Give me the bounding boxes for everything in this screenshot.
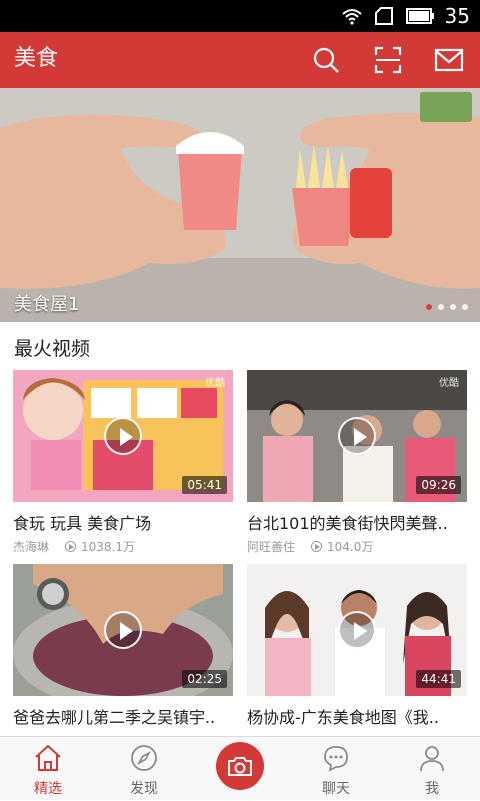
video-meta: 阿旺善住 104.0万	[247, 538, 467, 555]
video-card[interactable]: 优酷 05:41 食玩 玩具 美食广场 杰海琳 1038.1万	[13, 370, 233, 555]
play-count-icon	[311, 541, 323, 552]
banner-image	[0, 88, 480, 322]
video-title[interactable]: 杨协成-广东美食地图《我..	[247, 704, 467, 728]
scan-button[interactable]	[370, 42, 406, 78]
video-author: 阿旺善住	[247, 540, 296, 554]
play-icon[interactable]	[104, 417, 142, 455]
carousel-dot[interactable]	[450, 304, 456, 310]
status-time: 35	[444, 4, 470, 28]
play-icon[interactable]	[104, 611, 142, 649]
video-thumbnail[interactable]: 44:41	[247, 564, 467, 696]
video-duration: 44:41	[416, 670, 461, 688]
tab-featured[interactable]: 精选	[0, 737, 96, 801]
video-meta: 杰海琳 1038.1万	[13, 538, 233, 555]
tab-discover[interactable]: 发现	[96, 737, 192, 801]
tab-label: 发现	[130, 781, 158, 797]
mail-icon	[434, 48, 464, 72]
video-card[interactable]: 44:41 杨协成-广东美食地图《我..	[247, 564, 467, 728]
scan-icon	[374, 46, 402, 74]
sim-icon	[374, 7, 393, 25]
watermark: 优酷	[205, 378, 225, 389]
page-title: 美食	[14, 46, 59, 71]
play-count-icon	[65, 541, 77, 552]
watermark: 优酷	[439, 378, 459, 389]
video-duration: 02:25	[182, 670, 227, 688]
wifi-icon	[341, 9, 362, 25]
person-icon	[420, 746, 444, 772]
video-thumbnail[interactable]: 02:25	[13, 564, 233, 696]
video-card[interactable]: 优酷 09:26 台北101的美食街快閃美聲.. 阿旺善住 104.0万	[247, 370, 467, 555]
camera-icon	[228, 757, 252, 776]
tab-chat[interactable]: 聊天	[288, 737, 384, 801]
video-play-count: 1038.1万	[81, 540, 136, 554]
video-title[interactable]: 食玩 玩具 美食广场	[13, 510, 233, 534]
home-icon	[35, 744, 61, 771]
tab-label: 精选	[34, 781, 62, 797]
tab-label: 我	[425, 781, 439, 797]
camera-button[interactable]	[216, 742, 264, 790]
video-title[interactable]: 台北101的美食街快閃美聲..	[247, 510, 467, 534]
carousel-indicator	[426, 304, 468, 310]
section-title: 最火视频	[14, 338, 91, 360]
banner-carousel[interactable]: 美食屋1	[0, 88, 480, 322]
video-title[interactable]: 爸爸去哪儿第二季之吴镇宇..	[13, 704, 233, 728]
carousel-dot[interactable]	[462, 304, 468, 310]
video-thumbnail[interactable]: 优酷 09:26	[247, 370, 467, 502]
compass-icon	[131, 745, 157, 771]
mail-button[interactable]	[431, 42, 467, 78]
banner-caption: 美食屋1	[14, 294, 80, 315]
tab-label: 聊天	[322, 781, 350, 797]
status-bar: 35	[0, 0, 480, 32]
app-bar: 美食	[0, 32, 480, 88]
video-play-count: 104.0万	[327, 540, 374, 554]
search-button[interactable]	[308, 42, 344, 78]
video-duration: 09:26	[416, 476, 461, 494]
video-duration: 05:41	[182, 476, 227, 494]
carousel-dot[interactable]	[438, 304, 444, 310]
search-icon	[313, 47, 339, 73]
video-card[interactable]: 02:25 爸爸去哪儿第二季之吴镇宇..	[13, 564, 233, 728]
carousel-dot[interactable]	[426, 304, 432, 310]
play-icon[interactable]	[338, 611, 376, 649]
video-author: 杰海琳	[13, 540, 50, 554]
play-icon[interactable]	[338, 417, 376, 455]
battery-icon	[405, 8, 434, 24]
video-thumbnail[interactable]: 优酷 05:41	[13, 370, 233, 502]
tab-me[interactable]: 我	[384, 737, 480, 801]
chat-icon	[324, 746, 348, 772]
